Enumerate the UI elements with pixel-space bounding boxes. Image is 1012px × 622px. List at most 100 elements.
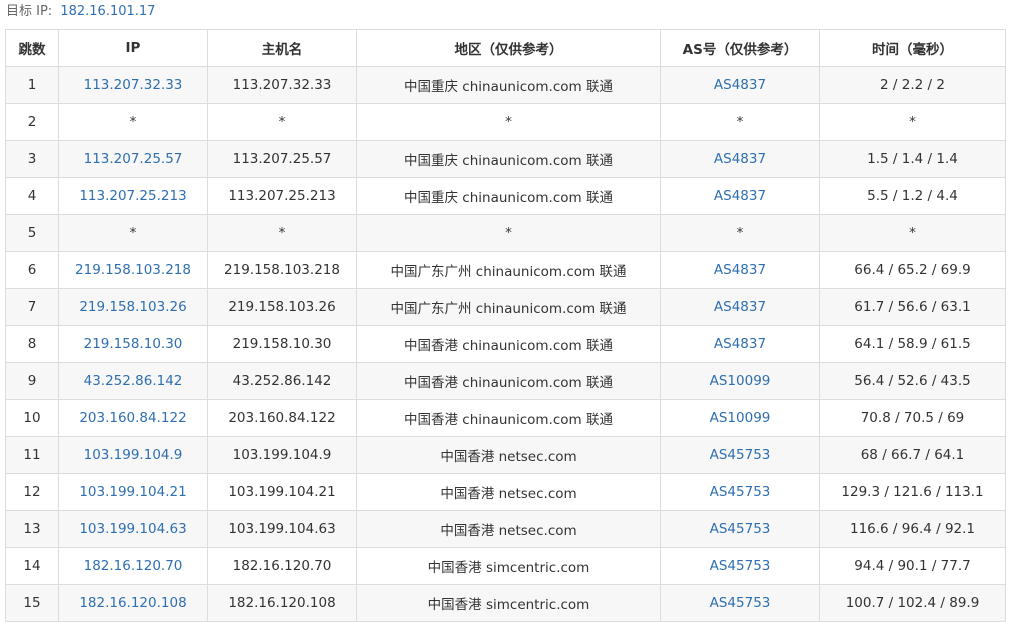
hostname-cell: * bbox=[207, 103, 357, 141]
hostname-cell: 219.158.103.26 bbox=[207, 288, 357, 326]
time-cell: 5.5 / 1.2 / 4.4 bbox=[819, 177, 1006, 215]
ip-link[interactable]: 103.199.104.21 bbox=[58, 473, 208, 511]
hop-cell: 10 bbox=[5, 399, 59, 437]
table-row: 7 219.158.103.26 219.158.103.26 中国广东广州 chin… bbox=[5, 288, 1006, 326]
region-cell: * bbox=[356, 103, 661, 141]
as-link[interactable]: AS4837 bbox=[660, 177, 820, 215]
as-link[interactable]: AS45753 bbox=[660, 547, 820, 585]
target-ip-value: 182.16.101.17 bbox=[60, 4, 156, 19]
as-link[interactable]: AS4837 bbox=[660, 251, 820, 289]
table-row: 2 * * * * * bbox=[5, 103, 1006, 141]
region-cell: 中国广东广州 chinaunicom.com 联通 bbox=[356, 288, 661, 326]
time-cell: 64.1 / 58.9 / 61.5 bbox=[819, 325, 1006, 363]
table-row: 13 103.199.104.63 103.199.104.63 中国香港 netse… bbox=[5, 510, 1006, 548]
table-row: 3 113.207.25.57 113.207.25.57 中国重庆 chinauni… bbox=[5, 140, 1006, 178]
region-cell: 中国香港 netsec.com bbox=[356, 510, 661, 548]
column-header-as: AS号（仅供参考） bbox=[660, 29, 820, 67]
hop-cell: 4 bbox=[5, 177, 59, 215]
table-row: 12 103.199.104.21 103.199.104.21 中国香港 netse… bbox=[5, 473, 1006, 511]
hop-cell: 6 bbox=[5, 251, 59, 289]
region-cell: * bbox=[356, 214, 661, 252]
hop-cell: 8 bbox=[5, 325, 59, 363]
hop-cell: 13 bbox=[5, 510, 59, 548]
table-row: 5 * * * * * bbox=[5, 214, 1006, 252]
time-cell: * bbox=[819, 214, 1006, 252]
as-link[interactable]: AS10099 bbox=[660, 362, 820, 400]
table-row: 11 103.199.104.9 103.199.104.9 中国香港 netsec.… bbox=[5, 436, 1006, 474]
region-cell: 中国重庆 chinaunicom.com 联通 bbox=[356, 66, 661, 104]
hostname-cell: 219.158.103.218 bbox=[207, 251, 357, 289]
hop-cell: 9 bbox=[5, 362, 59, 400]
time-cell: 116.6 / 96.4 / 92.1 bbox=[819, 510, 1006, 548]
hop-cell: 11 bbox=[5, 436, 59, 474]
column-header-hop: 跳数 bbox=[5, 29, 59, 67]
time-cell: 2 / 2.2 / 2 bbox=[819, 66, 1006, 104]
ip-link: * bbox=[58, 214, 208, 252]
hostname-cell: 113.207.25.213 bbox=[207, 177, 357, 215]
hop-cell: 3 bbox=[5, 140, 59, 178]
hostname-cell: 113.207.25.57 bbox=[207, 140, 357, 178]
hostname-cell: 103.199.104.9 bbox=[207, 436, 357, 474]
table-header-row: 跳数 IP 主机名 地区（仅供参考） AS号（仅供参考） 时间（毫秒） bbox=[5, 29, 1006, 67]
region-cell: 中国广东广州 chinaunicom.com 联通 bbox=[356, 251, 661, 289]
traceroute-table: 跳数 IP 主机名 地区（仅供参考） AS号（仅供参考） 时间（毫秒） 1 113… bbox=[5, 29, 1006, 622]
as-link[interactable]: AS10099 bbox=[660, 399, 820, 437]
table-row: 6 219.158.103.218 219.158.103.218 中国广东广州 ch… bbox=[5, 251, 1006, 289]
column-header-region: 地区（仅供参考） bbox=[356, 29, 661, 67]
target-ip-line: 目标 IP: 182.16.101.17 bbox=[6, 3, 155, 21]
region-cell: 中国香港 chinaunicom.com 联通 bbox=[356, 325, 661, 363]
time-cell: * bbox=[819, 103, 1006, 141]
time-cell: 70.8 / 70.5 / 69 bbox=[819, 399, 1006, 437]
ip-link[interactable]: 113.207.25.213 bbox=[58, 177, 208, 215]
hop-cell: 7 bbox=[5, 288, 59, 326]
target-ip-label: 目标 IP: bbox=[6, 4, 53, 19]
hop-cell: 1 bbox=[5, 66, 59, 104]
as-link[interactable]: AS45753 bbox=[660, 436, 820, 474]
region-cell: 中国香港 chinaunicom.com 联通 bbox=[356, 362, 661, 400]
hostname-cell: 43.252.86.142 bbox=[207, 362, 357, 400]
region-cell: 中国香港 chinaunicom.com 联通 bbox=[356, 399, 661, 437]
ip-link[interactable]: 113.207.25.57 bbox=[58, 140, 208, 178]
time-cell: 61.7 / 56.6 / 63.1 bbox=[819, 288, 1006, 326]
region-cell: 中国香港 netsec.com bbox=[356, 436, 661, 474]
time-cell: 94.4 / 90.1 / 77.7 bbox=[819, 547, 1006, 585]
table-row: 14 182.16.120.70 182.16.120.70 中国香港 simcent… bbox=[5, 547, 1006, 585]
as-link: * bbox=[660, 214, 820, 252]
hostname-cell: 103.199.104.21 bbox=[207, 473, 357, 511]
hop-cell: 2 bbox=[5, 103, 59, 141]
column-header-hostname: 主机名 bbox=[207, 29, 357, 67]
as-link[interactable]: AS45753 bbox=[660, 510, 820, 548]
region-cell: 中国重庆 chinaunicom.com 联通 bbox=[356, 177, 661, 215]
time-cell: 66.4 / 65.2 / 69.9 bbox=[819, 251, 1006, 289]
ip-link[interactable]: 182.16.120.70 bbox=[58, 547, 208, 585]
region-cell: 中国重庆 chinaunicom.com 联通 bbox=[356, 140, 661, 178]
hostname-cell: 113.207.32.33 bbox=[207, 66, 357, 104]
as-link[interactable]: AS4837 bbox=[660, 288, 820, 326]
table-row: 4 113.207.25.213 113.207.25.213 中国重庆 chinau… bbox=[5, 177, 1006, 215]
time-cell: 1.5 / 1.4 / 1.4 bbox=[819, 140, 1006, 178]
column-header-ip: IP bbox=[58, 29, 208, 67]
ip-link[interactable]: 219.158.10.30 bbox=[58, 325, 208, 363]
ip-link[interactable]: 103.199.104.9 bbox=[58, 436, 208, 474]
column-header-time: 时间（毫秒） bbox=[819, 29, 1006, 67]
as-link[interactable]: AS4837 bbox=[660, 140, 820, 178]
ip-link[interactable]: 103.199.104.63 bbox=[58, 510, 208, 548]
as-link[interactable]: AS4837 bbox=[660, 66, 820, 104]
ip-link[interactable]: 219.158.103.26 bbox=[58, 288, 208, 326]
table-row: 8 219.158.10.30 219.158.10.30 中国香港 chinauni… bbox=[5, 325, 1006, 363]
region-cell: 中国香港 netsec.com bbox=[356, 473, 661, 511]
ip-link[interactable]: 113.207.32.33 bbox=[58, 66, 208, 104]
as-link[interactable]: AS45753 bbox=[660, 473, 820, 511]
ip-link[interactable]: 219.158.103.218 bbox=[58, 251, 208, 289]
ip-link[interactable]: 203.160.84.122 bbox=[58, 399, 208, 437]
hostname-cell: 219.158.10.30 bbox=[207, 325, 357, 363]
hop-cell: 14 bbox=[5, 547, 59, 585]
as-link[interactable]: AS4837 bbox=[660, 325, 820, 363]
time-cell: 56.4 / 52.6 / 43.5 bbox=[819, 362, 1006, 400]
as-link: * bbox=[660, 103, 820, 141]
table-row: 9 43.252.86.142 43.252.86.142 中国香港 chinauni… bbox=[5, 362, 1006, 400]
ip-link[interactable]: 43.252.86.142 bbox=[58, 362, 208, 400]
hop-cell: 12 bbox=[5, 473, 59, 511]
time-cell: 129.3 / 121.6 / 113.1 bbox=[819, 473, 1006, 511]
region-cell: 中国香港 simcentric.com bbox=[356, 547, 661, 585]
